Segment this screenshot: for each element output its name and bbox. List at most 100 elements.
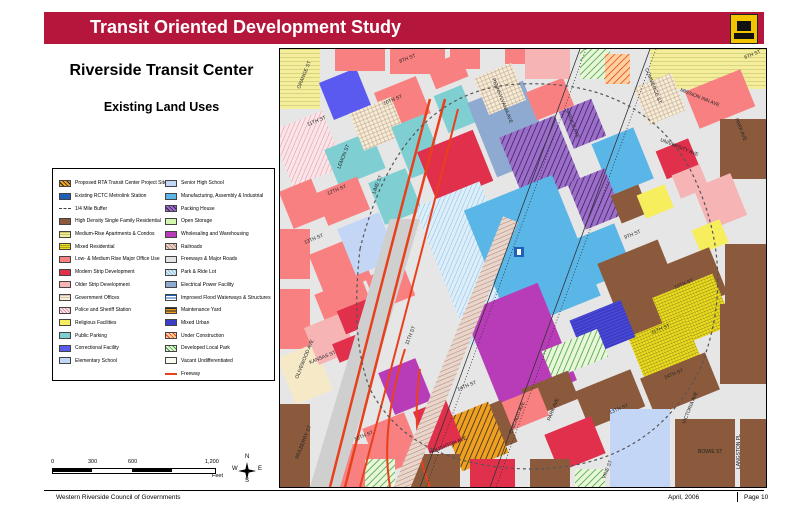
solid-blue-icon [59,344,71,352]
legend-item: Religious Facilities [59,317,167,330]
legend-label: Improved Flood Waterways & Structures [181,294,271,301]
legend-item: Police and Sheriff Station [59,304,167,317]
header-banner: Transit Oriented Development Study [44,12,764,44]
legend-item: Vacant Undifferentiated [165,355,271,368]
scale-tick-600: 600 [128,459,138,465]
legend-label: Railroads [181,243,203,250]
legend-item: Developed Local Park [165,342,271,355]
legend-item: Improved Flood Waterways & Structures [165,291,271,304]
land-use-map[interactable]: 8TH ST ORANGE ST 10TH ST 11TH ST LEMON S… [279,48,767,488]
legend-label: Government Offices [75,294,120,301]
solid-teal-icon [59,332,71,340]
solid-red-icon [59,268,71,276]
solid-yellow-icon [59,319,71,327]
page-number: Page 10 [744,494,769,501]
solid-grey-icon [165,255,177,263]
line-orange-icon [165,372,177,375]
legend-item: Freeway [165,367,271,380]
legend-label: Freeways & Major Roads [181,256,238,263]
legend-label: Vacant Undifferentiated [181,357,233,364]
solid-light-blue-icon [165,179,177,187]
legend-label: Existing RCTC Metrolink Station [75,193,147,200]
footer-date: April, 2006 [668,494,700,501]
legend-label: Maintenance Yard [181,307,222,314]
legend-label: Wholesaling and Warehousing [181,231,249,238]
map-canvas: 8TH ST ORANGE ST 10TH ST 11TH ST LEMON S… [280,49,766,487]
legend-item: Mixed Urban [165,317,271,330]
legend-item: Older Strip Development [59,279,167,292]
legend-label: Modern Strip Development [75,269,135,276]
legend-item: 1/4 Mile Buffer [59,202,167,215]
legend-item: Electrical Power Facility [165,279,271,292]
legend-item: Low- & Medium Rise Major Office Use [59,253,167,266]
hatch-pink-icon [59,306,71,314]
legend-item: Maintenance Yard [165,304,271,317]
solid-magenta-icon [165,230,177,238]
legend-label: Older Strip Development [75,281,130,288]
scale-tick-0: 0 [51,459,55,465]
hatch-orange-red-icon [165,332,177,340]
legend-item: Correctional Facility [59,342,167,355]
hatch-light-blue-icon [165,268,177,276]
footer-rule [44,490,764,491]
wrcog-logo-icon [730,14,758,44]
hatch-blue-lines-icon [165,294,177,302]
solid-steel-icon [165,281,177,289]
legend-right-column: Senior High School Manufacturing, Assembl… [165,177,271,380]
legend-label: Correctional Facility [75,345,119,352]
legend-label: Elementary School [75,357,117,364]
legend-label: Freeway [181,370,201,377]
legend-label: Manufacturing, Assembly & Industrial [181,193,264,200]
legend-item: Park & Ride Lot [165,266,271,279]
legend-label: Religious Facilities [75,319,117,326]
legend-item: Senior High School [165,177,271,190]
legend-item: Freeways & Major Roads [165,253,271,266]
legend-item: Packing House [165,202,271,215]
legend-item: Modern Strip Development [59,266,167,279]
legend-item: Manufacturing, Assembly & Industrial [165,190,271,203]
legend-label: Proposed RTA Transit Center Project Site [75,180,167,187]
dashed-buffer-icon [59,208,71,210]
legend-item: Proposed RTA Transit Center Project Site [59,177,167,190]
footer-separator [737,492,738,502]
solid-navy-icon [165,319,177,327]
metrolink-station-icon[interactable] [514,247,524,257]
legend-item: Public Parking [59,329,167,342]
solid-sky-icon [165,192,177,200]
legend-label: Mixed Residential [75,243,115,250]
hatch-green-icon [165,344,177,352]
hatch-orange-lines-icon [165,306,177,314]
legend-item: Under Construction [165,329,271,342]
legend-label: Open Storage [181,218,213,225]
solid-light-green-icon [165,217,177,225]
hatch-purple-icon [165,205,177,213]
map-subtitle: Existing Land Uses [103,100,220,114]
map-title: Riverside Transit Center [69,62,254,79]
street-label: BOWIE ST [698,449,722,455]
north-arrow-icon: N S W E [232,454,263,484]
legend-item: High Density Single Family Residential [59,215,167,228]
legend-label: Park & Ride Lot [181,269,217,276]
solid-salmon-icon [59,255,71,263]
legend-label: High Density Single Family Residential [75,218,161,225]
legend-label: Public Parking [75,332,107,339]
scale-tick-300: 300 [88,459,98,465]
legend-label: Packing House [181,205,215,212]
legend-item: Wholesaling and Warehousing [165,228,271,241]
street-label: LANGSTON PL [736,434,742,469]
legend-item: Elementary School [59,355,167,368]
legend-item: Government Offices [59,291,167,304]
map-legend: Proposed RTA Transit Center Project Site… [52,168,275,381]
legend-label: Low- & Medium Rise Major Office Use [75,256,160,263]
legend-left-column: Proposed RTA Transit Center Project Site… [59,177,167,367]
solid-light-blue-icon [59,357,71,365]
legend-item: Railroads [165,240,271,253]
hatch-orange-black-icon [59,179,71,187]
legend-label: Electrical Power Facility [181,281,234,288]
station-icon-icon [59,192,71,200]
hatch-yellow-icon [59,230,71,238]
legend-label: Mixed Urban [181,319,210,326]
legend-label: 1/4 Mile Buffer [75,205,108,212]
hatch-cream-icon [59,294,71,302]
legend-item: Medium-Rise Apartments & Condos [59,228,167,241]
